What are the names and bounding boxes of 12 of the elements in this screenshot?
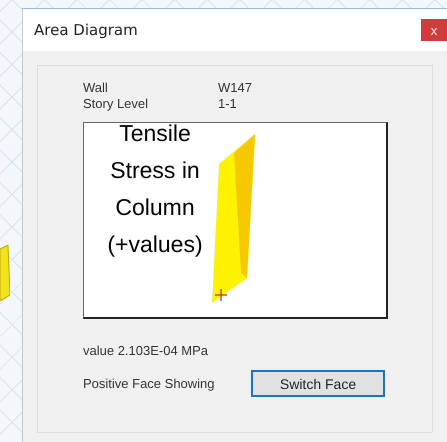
model-shape-icon <box>0 245 10 301</box>
value-text: value 2.103E-04 MPa <box>83 343 210 358</box>
field-value: W147 <box>218 80 252 96</box>
field-label: Story Level <box>83 96 150 112</box>
field-label: Wall <box>83 80 109 96</box>
face-status-text: Positive Face Showing <box>83 376 216 391</box>
annotation-text: Tensile Stress in Column (+values) <box>106 119 204 259</box>
close-button[interactable]: x <box>421 19 447 41</box>
marker-icon <box>214 288 228 302</box>
field-value: 1-1 <box>218 96 237 112</box>
window-title: Area Diagram <box>34 21 138 39</box>
switch-face-button[interactable]: Switch Face <box>251 370 385 397</box>
